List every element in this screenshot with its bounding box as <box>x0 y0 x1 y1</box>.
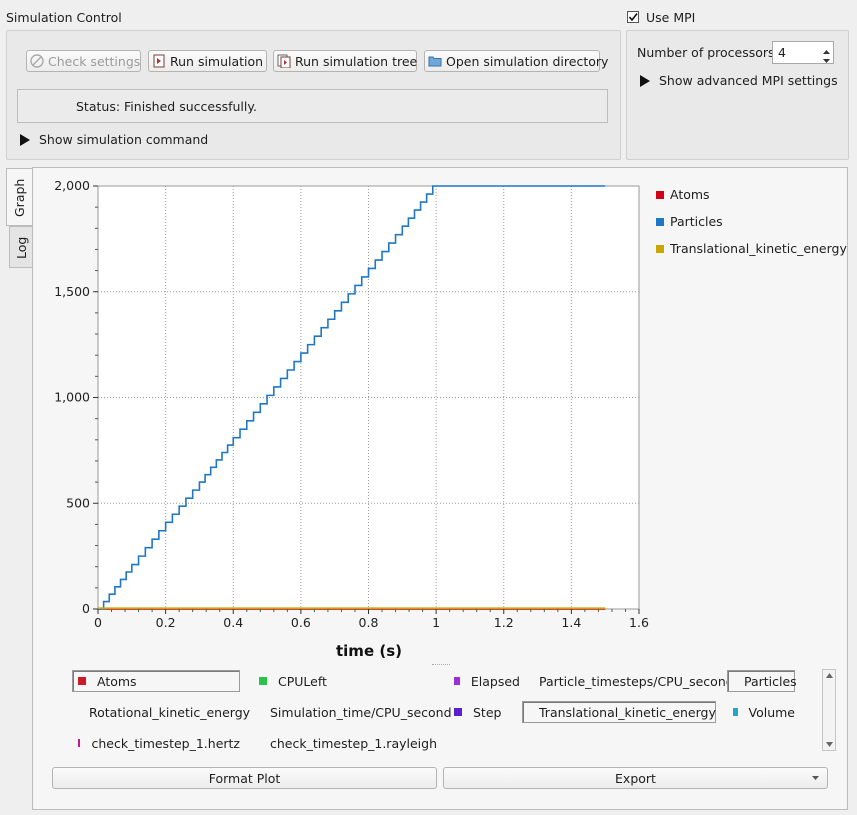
legend-toggle-item[interactable]: Volume <box>727 701 795 723</box>
legend-toggle-item[interactable]: check_timestep_1.hertz <box>72 732 240 754</box>
legend-label: CPULeft <box>278 673 327 689</box>
export-button[interactable]: Export <box>443 767 828 789</box>
splitter-handle[interactable] <box>432 664 450 665</box>
x-tick-label: 0.6 <box>291 615 311 630</box>
legend-swatch <box>656 191 664 199</box>
legend-label: check_timestep_1.hertz <box>91 735 240 751</box>
legend-color-swatch <box>259 677 267 685</box>
legend-color-swatch <box>454 708 462 716</box>
legend-toggle-item[interactable]: Translational_kinetic_energy <box>522 701 716 723</box>
legend-label: Atoms <box>97 673 137 689</box>
legend-label: Volume <box>748 704 796 720</box>
x-tick-label: 0.4 <box>223 615 243 630</box>
format-plot-label: Format Plot <box>208 770 281 786</box>
legend-color-swatch <box>733 708 738 716</box>
dropdown-arrow-icon <box>812 776 819 780</box>
x-tick-label: 0.2 <box>156 615 176 630</box>
plot-chart[interactable]: 0 0.2 0.4 0.6 0.8 1 1.2 1.4 1.6 0 500 1,000 1,500 2,0… <box>0 0 857 665</box>
y-tick-label: 1,500 <box>54 284 90 299</box>
legend-toggle-item[interactable]: Step <box>448 701 520 723</box>
legend-label: Elapsed <box>470 673 520 689</box>
legend-toggle-item[interactable]: Simulation_time/CPU_second <box>253 701 452 723</box>
x-tick-label: 1.2 <box>494 615 514 630</box>
export-label: Export <box>615 770 656 786</box>
y-tick-label: 500 <box>66 495 90 510</box>
y-tick-label: 1,000 <box>54 390 90 405</box>
chart-legend: Atoms Particles Translational_kinetic_ener… <box>656 187 847 256</box>
legend-toggle-item[interactable]: Rotational_kinetic_energy <box>72 701 250 723</box>
x-tick-label: 1.6 <box>629 615 649 630</box>
x-tick-label: 0.8 <box>359 615 379 630</box>
legend-toggle-item[interactable]: check_timestep_1.rayleigh <box>253 732 437 754</box>
legend-toggle-item[interactable]: Elapsed <box>448 670 520 692</box>
legend-color-swatch <box>78 677 86 685</box>
legend-label: check_timestep_1.rayleigh <box>270 735 437 751</box>
y-tick-label: 2,000 <box>54 178 90 193</box>
legend-entry: Particles <box>670 214 723 229</box>
legend-swatch <box>656 245 664 253</box>
x-axis-label: time (s) <box>336 642 402 660</box>
legend-swatch <box>656 218 664 226</box>
scroll-up-icon[interactable] <box>825 672 834 679</box>
x-tick-label: 1.4 <box>561 615 581 630</box>
legend-entry: Translational_kinetic_energy <box>669 241 847 256</box>
x-tick-label: 0 <box>94 615 102 630</box>
x-tick-label: 1 <box>432 615 440 630</box>
legend-scrollbar[interactable] <box>822 669 836 751</box>
y-tick-label: 0 <box>82 601 90 616</box>
legend-label: Step <box>473 704 502 720</box>
legend-label: Simulation_time/CPU_second <box>270 704 452 720</box>
legend-color-swatch <box>454 677 460 685</box>
legend-color-swatch <box>78 739 81 747</box>
legend-label: Particles <box>744 673 797 689</box>
legend-label: Particle_timesteps/CPU_second <box>539 673 734 689</box>
legend-toggle-item[interactable]: Particles <box>727 670 797 692</box>
legend-label: Rotational_kinetic_energy <box>89 704 251 720</box>
legend-toggle-item[interactable]: Particle_timesteps/CPU_second <box>522 670 734 692</box>
legend-toggle-item[interactable]: Atoms <box>72 670 240 692</box>
format-plot-button[interactable]: Format Plot <box>52 767 437 789</box>
legend-entry: Atoms <box>670 187 710 202</box>
legend-toggle-item[interactable]: CPULeft <box>253 670 433 692</box>
scroll-down-icon[interactable] <box>825 741 834 748</box>
legend-label: Translational_kinetic_energy <box>539 704 716 720</box>
